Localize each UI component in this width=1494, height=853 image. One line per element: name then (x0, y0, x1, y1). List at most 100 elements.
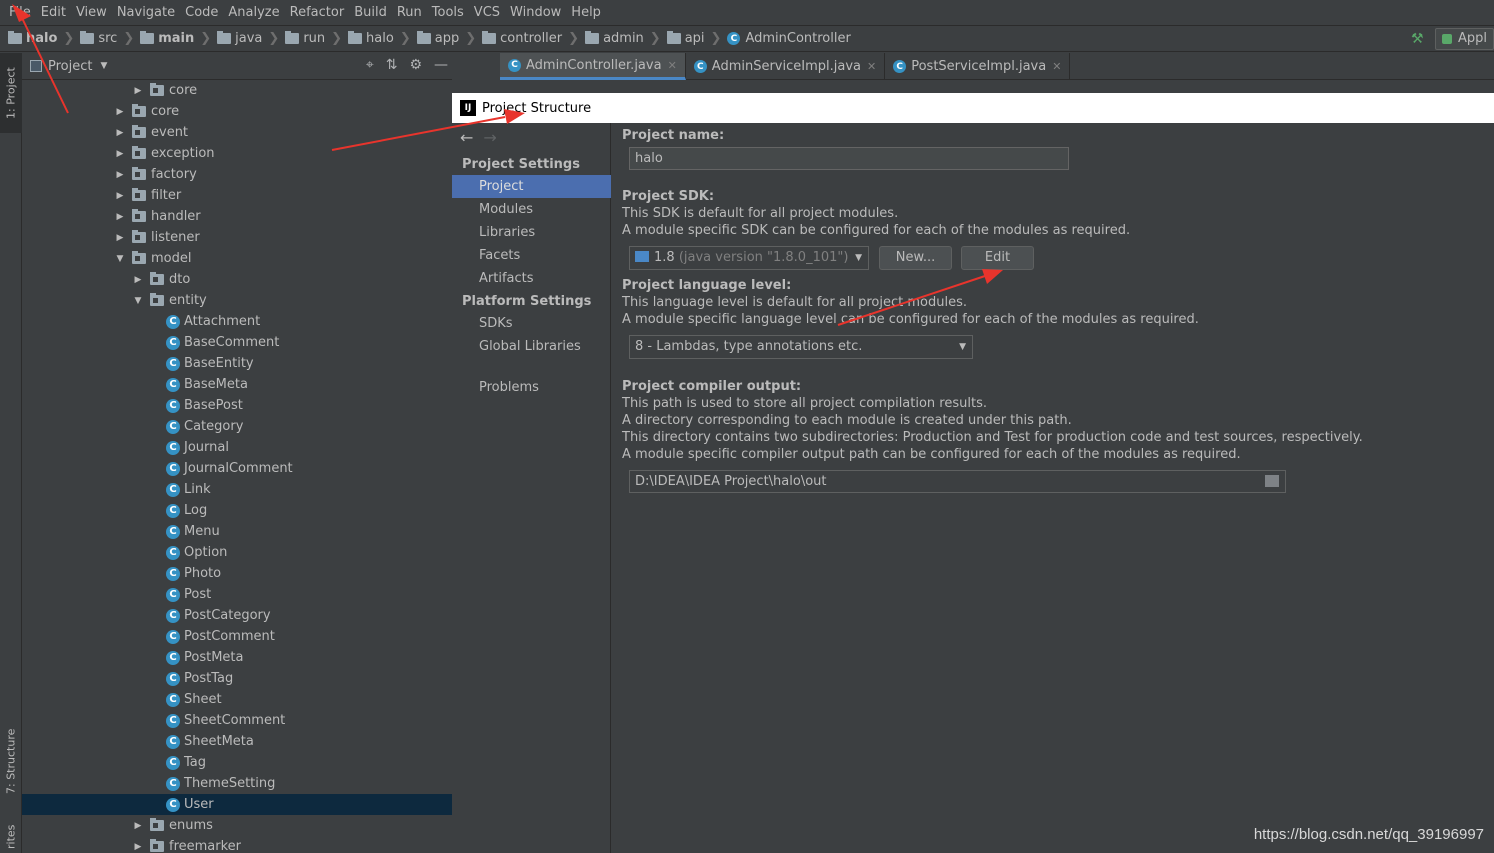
breadcrumb-item[interactable]: main ❯ (140, 31, 217, 46)
breadcrumb-item[interactable]: admin ❯ (585, 31, 667, 46)
editor-tab[interactable]: C AdminServiceImpl.java ✕ (686, 53, 886, 80)
breadcrumb-item[interactable]: halo ❯ (348, 31, 417, 46)
tree-folder[interactable]: ▼ model (22, 248, 452, 269)
menu-help[interactable]: Help (566, 0, 606, 26)
project-view-selector[interactable]: Project (48, 59, 92, 74)
menu-edit[interactable]: Edit (36, 0, 71, 26)
menu-build[interactable]: Build (349, 0, 392, 26)
tree-folder[interactable]: ▶ factory (22, 164, 452, 185)
tree-class[interactable]: C BaseMeta (22, 374, 452, 395)
close-icon[interactable]: ✕ (867, 60, 876, 73)
settings-item-problems[interactable]: Problems (452, 376, 611, 399)
chevron-down-icon[interactable]: ▼ (132, 296, 144, 306)
chevron-right-icon[interactable]: ▶ (132, 86, 144, 96)
chevron-right-icon[interactable]: ▶ (114, 212, 126, 222)
tree-class[interactable]: C Log (22, 500, 452, 521)
tree-class[interactable]: C Attachment (22, 311, 452, 332)
tree-class[interactable]: C SheetMeta (22, 731, 452, 752)
build-hammer-icon[interactable]: ⚒ (1411, 31, 1427, 47)
tree-folder[interactable]: ▶ freemarker (22, 836, 452, 853)
chevron-right-icon[interactable]: ▶ (114, 128, 126, 138)
breadcrumb-item[interactable]: run ❯ (285, 31, 348, 46)
collapse-all-icon[interactable]: ⇅ (386, 57, 398, 73)
project-name-input[interactable]: halo (629, 147, 1069, 170)
tree-class[interactable]: C PostCategory (22, 605, 452, 626)
editor-tab[interactable]: C PostServiceImpl.java ✕ (885, 53, 1071, 80)
favorites-tool-tab[interactable]: rites (0, 821, 22, 853)
menu-refactor[interactable]: Refactor (285, 0, 350, 26)
tree-class[interactable]: C Link (22, 479, 452, 500)
chevron-right-icon[interactable]: ▶ (132, 821, 144, 831)
menu-window[interactable]: Window (505, 0, 566, 26)
run-config-button[interactable]: Appl (1434, 28, 1494, 50)
menu-tools[interactable]: Tools (427, 0, 469, 26)
locate-icon[interactable]: ⌖ (366, 57, 374, 73)
tree-class[interactable]: C User (22, 794, 452, 815)
tree-class[interactable]: C PostMeta (22, 647, 452, 668)
close-icon[interactable]: ✕ (1052, 60, 1061, 73)
chevron-right-icon[interactable]: ▶ (114, 191, 126, 201)
chevron-right-icon[interactable]: ▶ (114, 107, 126, 117)
compiler-output-input[interactable]: D:\IDEA\IDEA Project\halo\out (629, 470, 1286, 493)
tree-class[interactable]: C PostComment (22, 626, 452, 647)
menu-view[interactable]: View (71, 0, 112, 26)
tree-class[interactable]: C PostTag (22, 668, 452, 689)
menu-run[interactable]: Run (392, 0, 427, 26)
tree-class[interactable]: C Option (22, 542, 452, 563)
tree-folder[interactable]: ▶ core (22, 101, 452, 122)
back-arrow-icon[interactable]: ← (460, 128, 473, 147)
tree-folder[interactable]: ▶ filter (22, 185, 452, 206)
tree-class[interactable]: C Tag (22, 752, 452, 773)
menu-navigate[interactable]: Navigate (112, 0, 180, 26)
settings-item-facets[interactable]: Facets (452, 244, 611, 267)
tree-class[interactable]: C Menu (22, 521, 452, 542)
settings-item-global-libraries[interactable]: Global Libraries (452, 335, 611, 358)
breadcrumb-item[interactable]: halo ❯ (8, 31, 80, 46)
tree-class[interactable]: C ThemeSetting (22, 773, 452, 794)
breadcrumb-class[interactable]: C AdminController (727, 31, 851, 46)
editor-tab[interactable]: C AdminController.java ✕ (500, 53, 686, 80)
breadcrumb-item[interactable]: api ❯ (666, 31, 728, 46)
tree-class[interactable]: C Category (22, 416, 452, 437)
settings-item-project[interactable]: Project (452, 175, 611, 198)
menu-code[interactable]: Code (180, 0, 223, 26)
menu-vcs[interactable]: VCS (469, 0, 505, 26)
tree-class[interactable]: C Sheet (22, 689, 452, 710)
tree-folder[interactable]: ▶ core (22, 80, 452, 101)
tree-class[interactable]: C BasePost (22, 395, 452, 416)
breadcrumb-item[interactable]: java ❯ (217, 31, 285, 46)
settings-item-libraries[interactable]: Libraries (452, 221, 611, 244)
structure-tool-tab[interactable]: 7: Structure (0, 721, 22, 801)
tree-folder[interactable]: ▶ listener (22, 227, 452, 248)
tree-folder[interactable]: ▼ entity (22, 290, 452, 311)
forward-arrow-icon[interactable]: → (483, 128, 496, 147)
sdk-select[interactable]: 1.8 (java version "1.8.0_101") ▼ (629, 246, 869, 270)
edit-sdk-button[interactable]: Edit (961, 246, 1034, 270)
settings-item-sdks[interactable]: SDKs (452, 312, 611, 335)
tree-folder[interactable]: ▶ exception (22, 143, 452, 164)
breadcrumb-item[interactable]: controller ❯ (482, 31, 585, 46)
chevron-right-icon[interactable]: ▶ (114, 149, 126, 159)
breadcrumb-item[interactable]: app ❯ (416, 31, 482, 46)
menu-file[interactable]: File (4, 0, 36, 26)
close-icon[interactable]: ✕ (668, 59, 677, 72)
chevron-right-icon[interactable]: ▶ (114, 233, 126, 243)
tree-class[interactable]: C Photo (22, 563, 452, 584)
tree-folder[interactable]: ▶ handler (22, 206, 452, 227)
settings-item-modules[interactable]: Modules (452, 198, 611, 221)
tree-class[interactable]: C SheetComment (22, 710, 452, 731)
new-sdk-button[interactable]: New... (879, 246, 952, 270)
tree-folder[interactable]: ▶ dto (22, 269, 452, 290)
tree-folder[interactable]: ▶ enums (22, 815, 452, 836)
tree-class[interactable]: C Journal (22, 437, 452, 458)
chevron-down-icon[interactable]: ▼ (100, 61, 107, 71)
tree-class[interactable]: C BaseEntity (22, 353, 452, 374)
gear-icon[interactable]: ⚙ (409, 57, 422, 73)
browse-folder-icon[interactable] (1265, 475, 1279, 487)
project-tool-tab[interactable]: 1: Project (0, 53, 22, 133)
tree-folder[interactable]: ▶ event (22, 122, 452, 143)
chevron-right-icon[interactable]: ▶ (132, 275, 144, 285)
language-level-select[interactable]: 8 - Lambdas, type annotations etc. ▼ (629, 335, 973, 359)
breadcrumb-item[interactable]: src ❯ (80, 31, 140, 46)
settings-item-artifacts[interactable]: Artifacts (452, 267, 611, 290)
